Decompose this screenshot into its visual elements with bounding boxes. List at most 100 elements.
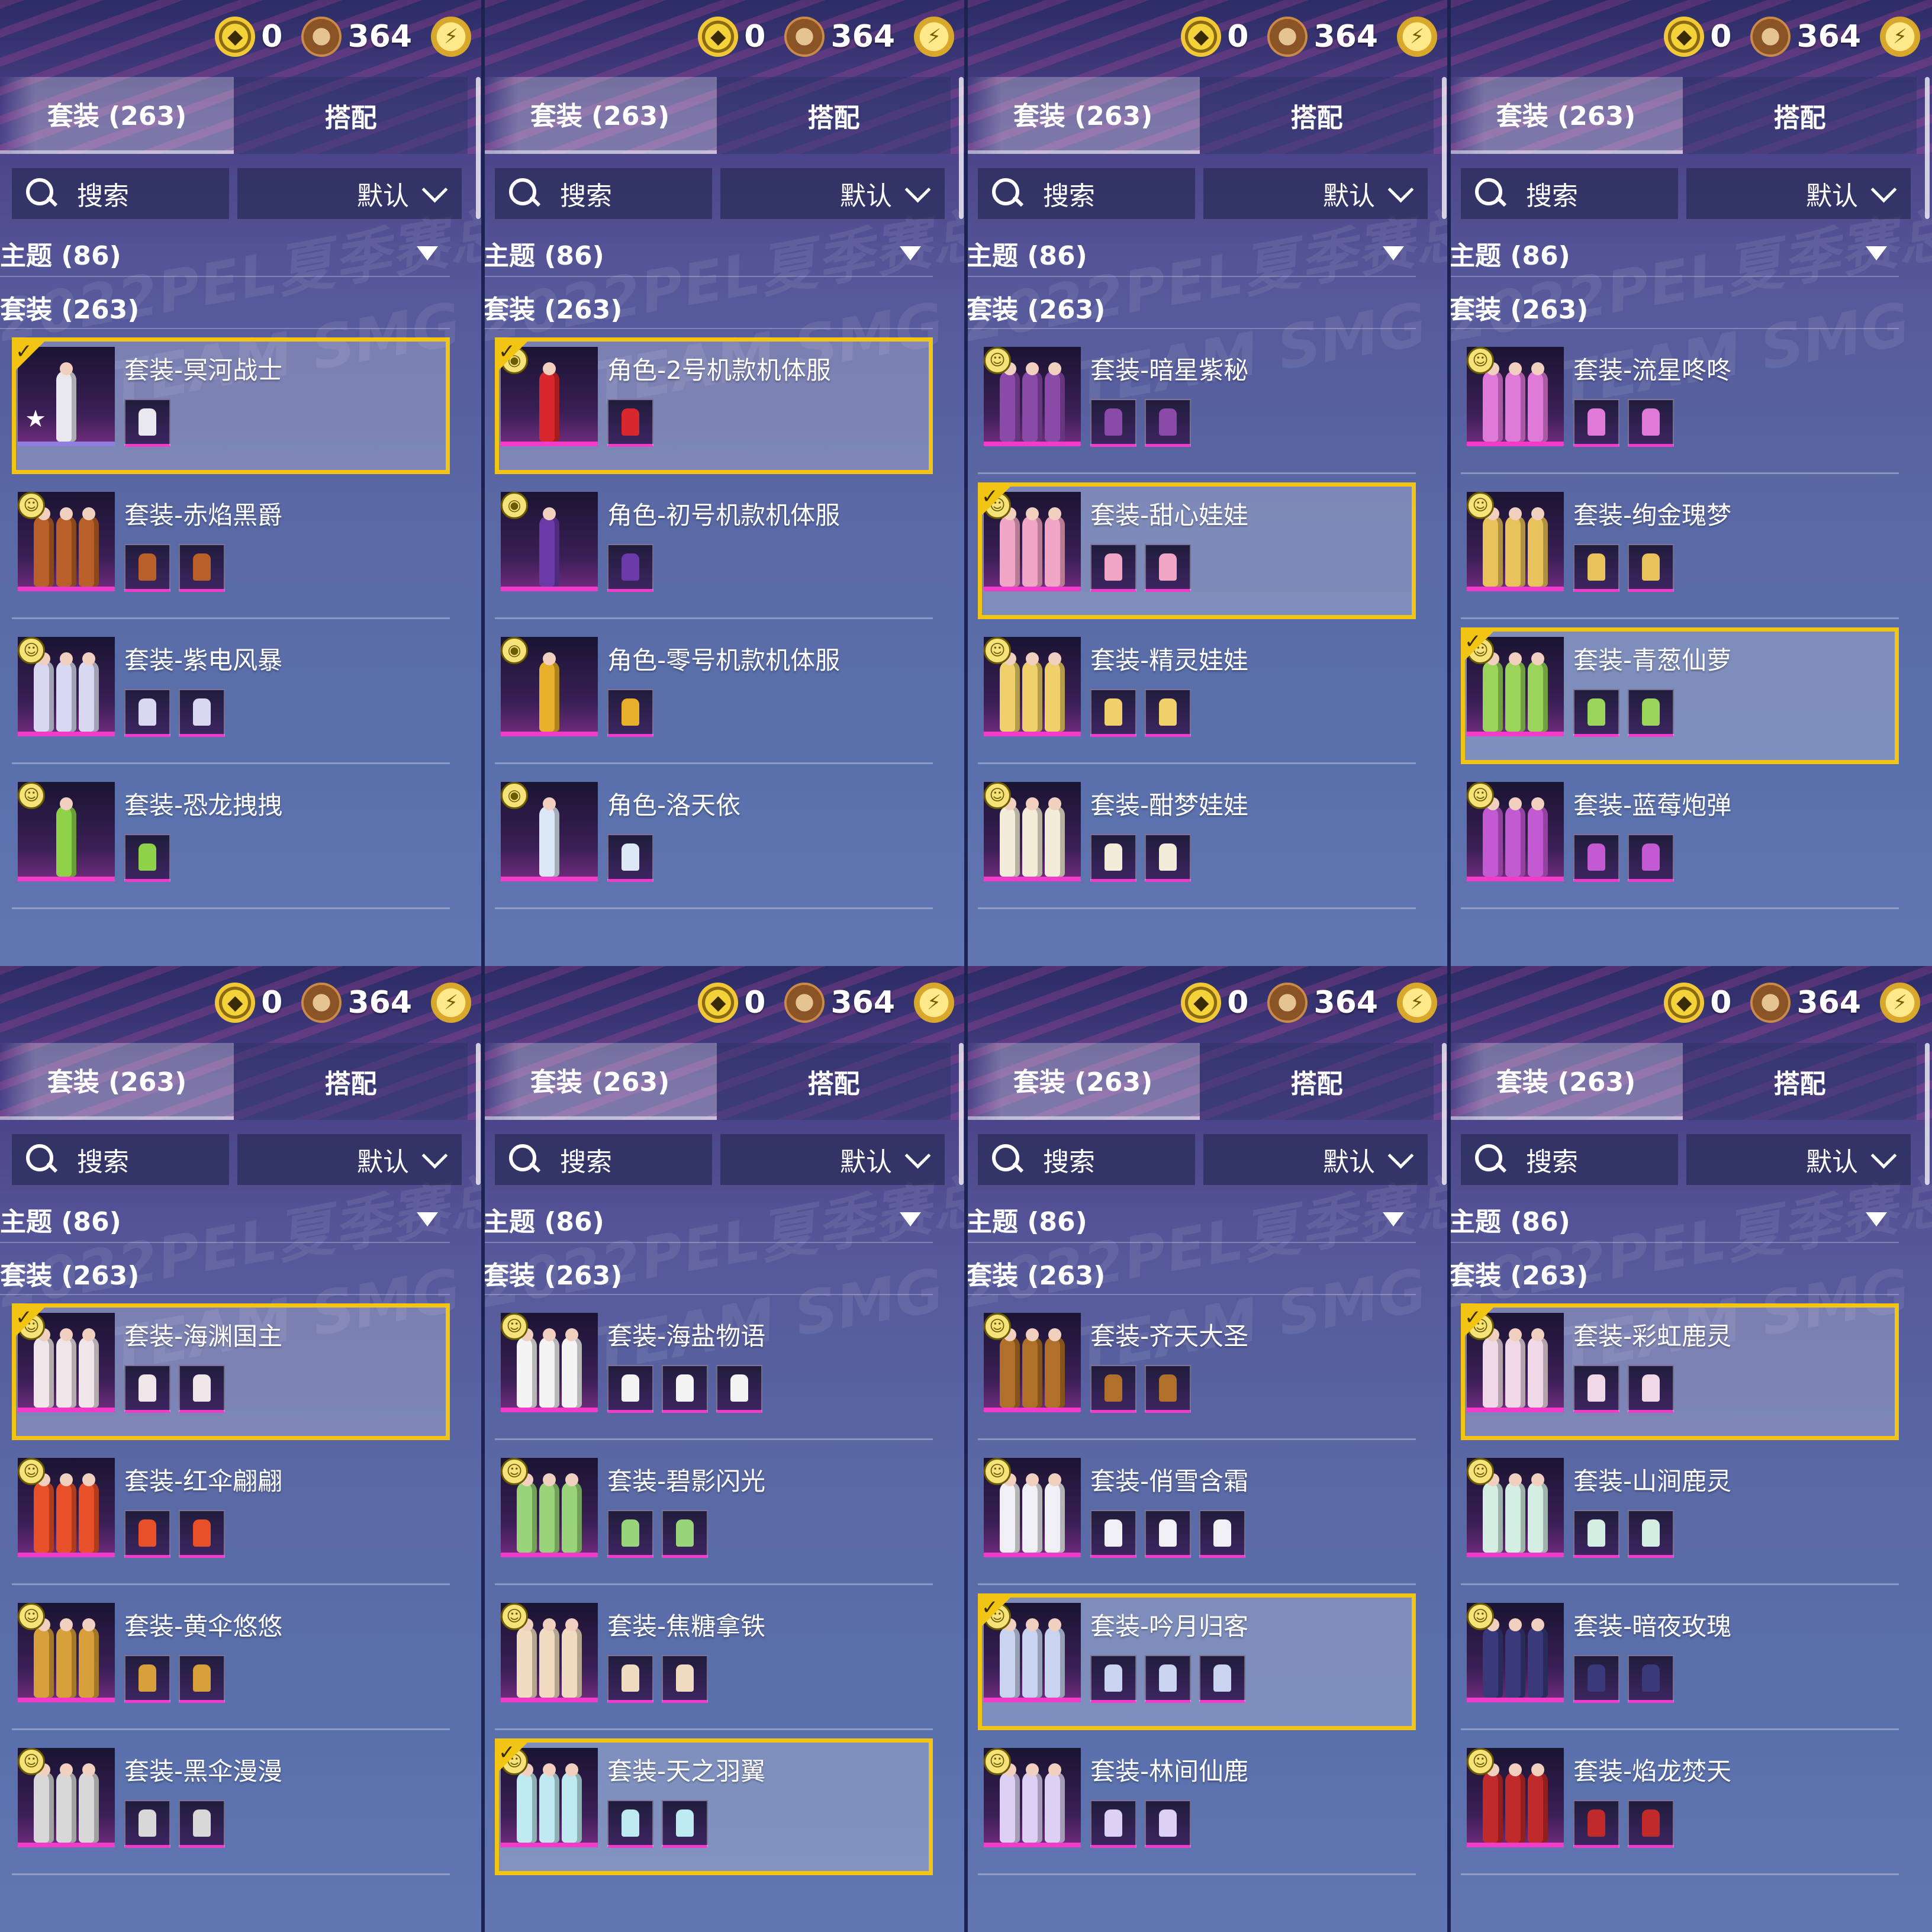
outfit-part-thumbnail[interactable] (1573, 1365, 1619, 1413)
list-item[interactable]: ☺ 套装-流星咚咚 (1461, 337, 1899, 474)
bp-coin-icon[interactable]: ⚡ (431, 983, 471, 1023)
tab-outfits[interactable]: 套装 (263) (483, 77, 717, 154)
scrollbar[interactable] (1442, 1043, 1447, 1185)
theme-filter[interactable]: 主题 (86) (1449, 231, 1899, 277)
outfit-part-thumbnail[interactable] (1145, 834, 1191, 882)
outfit-thumbnail[interactable]: ☺ (18, 1603, 115, 1702)
outfit-part-thumbnail[interactable] (1145, 689, 1191, 737)
theme-filter[interactable]: 主题 (86) (1449, 1197, 1899, 1243)
outfit-part-thumbnail[interactable] (1090, 1655, 1136, 1703)
list-item[interactable]: ☺ 套装-齐天大圣 (978, 1303, 1416, 1440)
list-item[interactable]: ☺ 套装-精灵娃娃 (978, 627, 1416, 764)
outfit-part-thumbnail[interactable] (124, 399, 170, 447)
outfit-part-thumbnail[interactable] (1628, 1510, 1674, 1558)
outfit-thumbnail[interactable]: ☺ (1467, 1748, 1564, 1847)
outfit-part-thumbnail[interactable] (124, 1365, 170, 1413)
tab-combos[interactable]: 搭配 (717, 77, 951, 154)
outfit-thumbnail[interactable]: ☺ (1467, 1458, 1564, 1557)
list-item[interactable]: ☺ 套装-暗星紫秘 (978, 337, 1416, 474)
bp-coin-icon[interactable]: ⚡ (431, 17, 471, 57)
outfit-part-thumbnail[interactable] (607, 1800, 653, 1848)
bp-coin-icon[interactable]: ⚡ (1880, 17, 1920, 57)
bp-coin-icon[interactable]: ⚡ (1397, 17, 1437, 57)
search-input[interactable]: 搜索 (978, 1134, 1195, 1185)
outfit-thumbnail[interactable]: ☺ (501, 1458, 598, 1557)
search-input[interactable]: 搜索 (12, 1134, 229, 1185)
outfit-part-thumbnail[interactable] (1573, 1510, 1619, 1558)
outfit-part-thumbnail[interactable] (1090, 399, 1136, 447)
sort-dropdown[interactable]: 默认 (1203, 168, 1428, 219)
bp-coin-icon[interactable]: ⚡ (914, 983, 954, 1023)
tab-outfits[interactable]: 套装 (263) (1449, 1043, 1683, 1120)
outfit-thumbnail[interactable]: ☺ (1467, 782, 1564, 881)
outfit-thumbnail[interactable]: ☺ (984, 782, 1081, 881)
list-item[interactable]: ☺ 套装-黄伞悠悠 (12, 1593, 450, 1730)
outfit-part-thumbnail[interactable] (1573, 689, 1619, 737)
outfit-thumbnail[interactable]: ◉ (501, 492, 598, 591)
outfit-part-thumbnail[interactable] (1145, 1800, 1191, 1848)
tab-outfits[interactable]: 套装 (263) (966, 77, 1200, 154)
list-item[interactable]: ◉ 角色-初号机款机体服 (495, 482, 933, 619)
search-input[interactable]: 搜索 (978, 168, 1195, 219)
bp-coin-icon[interactable]: ⚡ (1397, 983, 1437, 1023)
list-item[interactable]: ☺ 套装-焦糖拿铁 (495, 1593, 933, 1730)
outfit-part-thumbnail[interactable] (124, 689, 170, 737)
outfit-part-thumbnail[interactable] (124, 1510, 170, 1558)
list-item[interactable]: ☺ 套装-黑伞漫漫 (12, 1738, 450, 1875)
outfit-part-thumbnail[interactable] (124, 834, 170, 882)
tab-combos[interactable]: 搭配 (234, 77, 468, 154)
outfit-part-thumbnail[interactable] (1628, 1365, 1674, 1413)
sort-dropdown[interactable]: 默认 (720, 168, 945, 219)
outfit-part-thumbnail[interactable] (716, 1365, 762, 1413)
sort-dropdown[interactable]: 默认 (1686, 168, 1911, 219)
outfit-thumbnail[interactable]: ☺ (18, 1748, 115, 1847)
outfit-part-thumbnail[interactable] (179, 544, 225, 592)
list-item[interactable]: ☺ 套装-山涧鹿灵 (1461, 1448, 1899, 1585)
list-item[interactable]: ☺ ✓ 套装-青葱仙萝 (1461, 627, 1899, 764)
tab-combos[interactable]: 搭配 (1683, 1043, 1917, 1120)
outfit-part-thumbnail[interactable] (1628, 1800, 1674, 1848)
outfit-part-thumbnail[interactable] (179, 1655, 225, 1703)
list-item[interactable]: ☺ 套装-紫电风暴 (12, 627, 450, 764)
outfit-thumbnail[interactable]: ☺ (984, 1458, 1081, 1557)
list-item[interactable]: ☺ 套装-蓝莓炮弹 (1461, 772, 1899, 909)
outfit-part-thumbnail[interactable] (1573, 544, 1619, 592)
outfit-part-thumbnail[interactable] (1573, 1655, 1619, 1703)
outfit-part-thumbnail[interactable] (1145, 1365, 1191, 1413)
sort-dropdown[interactable]: 默认 (237, 168, 462, 219)
outfit-part-thumbnail[interactable] (1199, 1510, 1245, 1558)
outfit-part-thumbnail[interactable] (124, 1800, 170, 1848)
list-item[interactable]: ☺ 套装-赤焰黑爵 (12, 482, 450, 619)
list-item[interactable]: ☺ 套装-碧影闪光 (495, 1448, 933, 1585)
theme-filter[interactable]: 主题 (86) (0, 231, 450, 277)
outfit-part-thumbnail[interactable] (607, 1365, 653, 1413)
list-item[interactable]: ☺ 套装-恐龙拽拽 (12, 772, 450, 909)
outfit-part-thumbnail[interactable] (1145, 1655, 1191, 1703)
list-item[interactable]: ☺ 套装-林间仙鹿 (978, 1738, 1416, 1875)
outfit-part-thumbnail[interactable] (662, 1365, 708, 1413)
list-item[interactable]: ☺ ✓ 套装-甜心娃娃 (978, 482, 1416, 619)
outfit-thumbnail[interactable]: ◉ (501, 637, 598, 736)
outfit-thumbnail[interactable]: ☺ (18, 637, 115, 736)
outfit-thumbnail[interactable]: ☺ (984, 1748, 1081, 1847)
list-item[interactable]: ★ ✓ 套装-冥河战士 (12, 337, 450, 474)
sort-dropdown[interactable]: 默认 (720, 1134, 945, 1185)
outfit-part-thumbnail[interactable] (1145, 1510, 1191, 1558)
theme-filter[interactable]: 主题 (86) (483, 231, 933, 277)
outfit-part-thumbnail[interactable] (607, 834, 653, 882)
scrollbar[interactable] (959, 77, 964, 219)
list-item[interactable]: ◉ 角色-洛天依 (495, 772, 933, 909)
outfit-part-thumbnail[interactable] (1628, 399, 1674, 447)
list-item[interactable]: ☺ 套装-俏雪含霜 (978, 1448, 1416, 1585)
outfit-part-thumbnail[interactable] (662, 1800, 708, 1848)
outfit-part-thumbnail[interactable] (607, 544, 653, 592)
scrollbar[interactable] (476, 77, 481, 219)
tab-combos[interactable]: 搭配 (234, 1043, 468, 1120)
outfit-part-thumbnail[interactable] (1090, 1800, 1136, 1848)
outfit-part-thumbnail[interactable] (179, 1800, 225, 1848)
outfit-part-thumbnail[interactable] (1145, 544, 1191, 592)
scrollbar[interactable] (1925, 1043, 1930, 1185)
list-item[interactable]: ☺ 套装-红伞翩翩 (12, 1448, 450, 1585)
tab-combos[interactable]: 搭配 (1200, 77, 1434, 154)
theme-filter[interactable]: 主题 (86) (966, 1197, 1416, 1243)
